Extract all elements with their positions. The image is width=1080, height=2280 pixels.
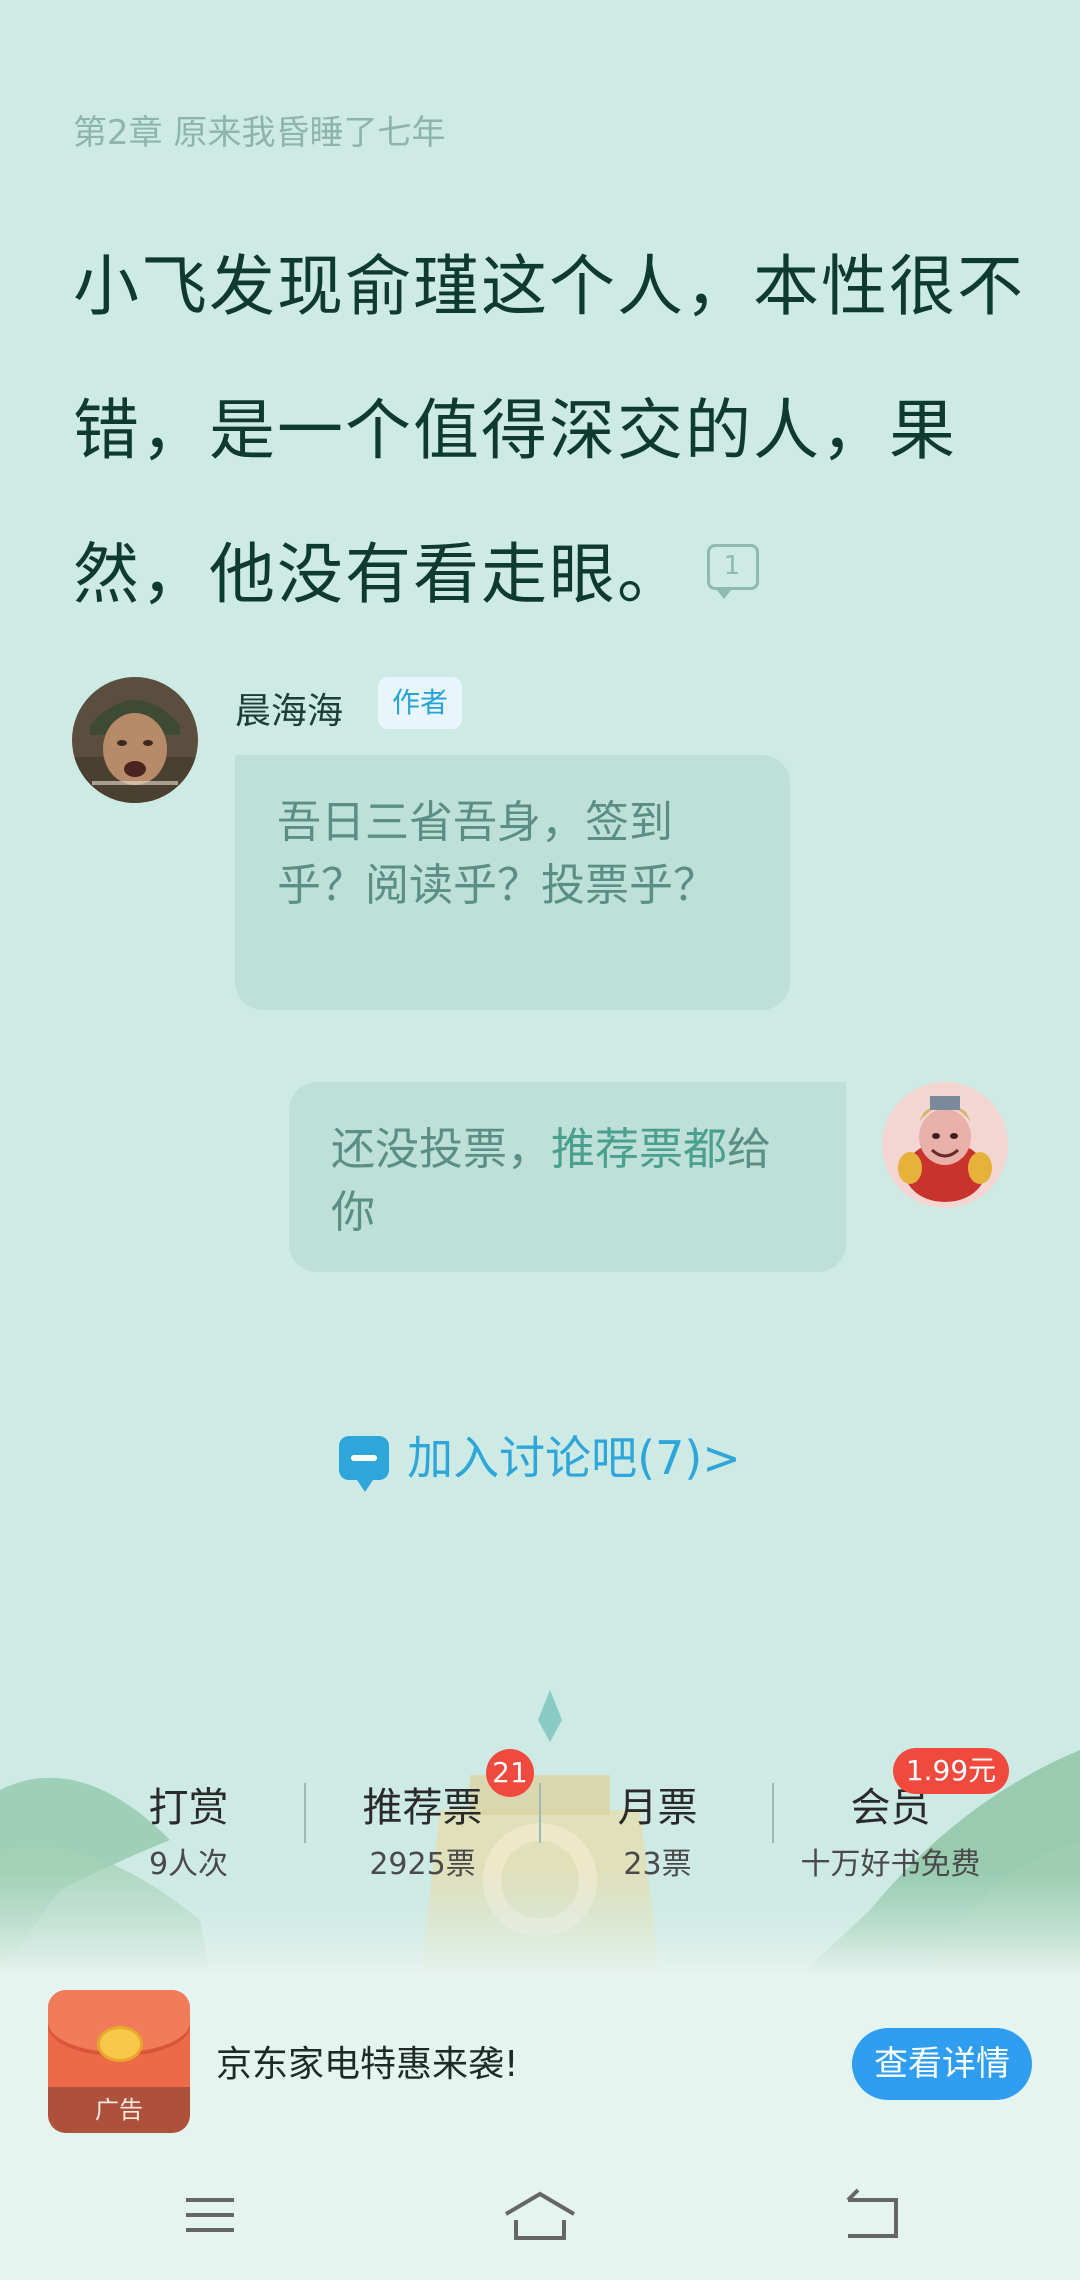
author-avatar[interactable] [72,677,198,803]
author-name: 晨海海 [235,691,344,732]
membership-price-badge: 1.99元 [893,1748,1009,1794]
home-icon[interactable] [500,2180,580,2250]
ad-text: 京东家电特惠来袭! [216,2044,519,2085]
action-bar: 打赏 9人次 推荐票 2925票 21 月票 23票 会员 十万好书免费 1.9… [0,1748,1080,1905]
user-reply-highlight: 推荐票都 [551,1124,727,1175]
reward-button[interactable]: 打赏 9人次 [71,1775,306,1883]
reward-title: 打赏 [148,1785,229,1831]
recommend-ticket-badge: 21 [486,1749,534,1797]
paragraph-text: 小飞发现俞瑾这个人，本性很不错，是一个值得深交的人，果然，他没有看走眼。 [73,248,1025,613]
system-nav-bar [0,2145,1080,2280]
join-discussion-label: 加入讨论吧(7)> [407,1431,741,1485]
paragraph-comment-icon[interactable]: 1 [707,543,759,599]
reward-count: 9人次 [148,1847,229,1882]
paragraph-comment-count: 1 [723,550,743,581]
ad-label: 广告 [48,2087,190,2133]
author-comment-text: 吾日三省吾身，签到乎？阅读乎？投票乎？ [277,797,717,911]
monthly-ticket-button[interactable]: 月票 23票 [540,1775,775,1883]
chapter-title: 第2章 原来我昏睡了七年 [73,113,446,153]
user-reply-bubble[interactable]: 还没投票，推荐票都给你 [289,1082,846,1272]
ad-details-button[interactable]: 查看详情 [852,2028,1032,2100]
author-badge: 作者 [378,677,462,729]
membership-subtitle: 十万好书免费 [800,1847,981,1882]
ad-banner[interactable]: 广告 京东家电特惠来袭! 查看详情 [0,1975,1080,2145]
monthly-ticket-title: 月票 [617,1785,698,1831]
red-envelope-icon: 广告 [48,1990,190,2133]
user-avatar[interactable] [882,1082,1008,1208]
user-avatar-image [882,1082,1008,1208]
comment-bubble-icon [339,1435,390,1492]
menu-icon[interactable] [170,2180,250,2250]
back-icon[interactable] [830,2180,910,2250]
chapter-paragraph: 小飞发现俞瑾这个人，本性很不错，是一个值得深交的人，果然，他没有看走眼。 1 [73,215,1033,647]
author-comment-bubble[interactable]: 吾日三省吾身，签到乎？阅读乎？投票乎？ [235,755,790,1010]
join-discussion-link[interactable]: 加入讨论吧(7)> [0,1422,1080,1492]
author-avatar-image [72,677,198,803]
user-reply-text: 还没投票， [331,1124,551,1175]
recommend-ticket-count: 2925票 [369,1847,476,1882]
monthly-ticket-count: 23票 [623,1847,692,1882]
